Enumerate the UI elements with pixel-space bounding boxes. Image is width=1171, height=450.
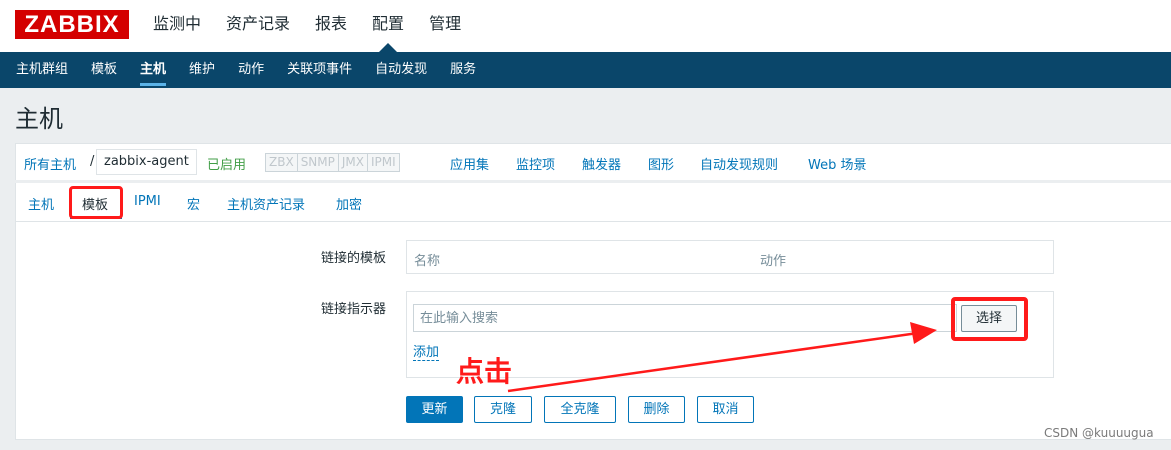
tab-macros[interactable]: 宏 <box>187 194 200 213</box>
full-clone-button[interactable]: 全克隆 <box>544 396 616 423</box>
host-tabs: 主机 模板 IPMI 宏 主机资产记录 加密 <box>15 183 1171 222</box>
linked-templates-table: 名称 动作 <box>406 240 1054 274</box>
page-title: 主机 <box>15 105 63 133</box>
tab-host-inventory[interactable]: 主机资产记录 <box>227 194 305 213</box>
subnav-discovery[interactable]: 自动发现 <box>367 52 435 88</box>
annotation-highlight-tab <box>69 186 123 219</box>
breadcrumb-host-name[interactable]: zabbix-agent <box>96 149 197 175</box>
column-action: 动作 <box>760 254 787 269</box>
add-link[interactable]: 添加 <box>413 346 440 361</box>
badge-zbx: ZBX <box>266 154 298 171</box>
tab-encryption[interactable]: 加密 <box>336 194 362 213</box>
subnav-host-groups[interactable]: 主机群组 <box>8 52 76 88</box>
subnav-event-correlation[interactable]: 关联项事件 <box>279 52 360 88</box>
badge-ipmi: IPMI <box>368 154 399 171</box>
availability-badges: ZBX SNMP JMX IPMI <box>265 153 400 172</box>
delete-button[interactable]: 删除 <box>628 396 685 423</box>
clone-button[interactable]: 克隆 <box>474 396 532 423</box>
link-items[interactable]: 监控项 <box>516 154 555 173</box>
badge-snmp: SNMP <box>297 154 339 171</box>
label-linked-templates: 链接的模板 <box>321 251 387 266</box>
annotation-click-text: 点击 <box>456 355 513 388</box>
column-name: 名称 <box>414 254 441 269</box>
link-web-scenarios[interactable]: Web 场景 <box>808 154 866 173</box>
badge-jmx: JMX <box>338 154 368 171</box>
menu-configuration[interactable]: 配置 <box>364 0 412 52</box>
menu-monitoring[interactable]: 监测中 <box>145 0 209 52</box>
subnav-hosts[interactable]: 主机 <box>132 52 174 88</box>
host-status-enabled[interactable]: 已启用 <box>207 154 246 173</box>
breadcrumb-all-hosts[interactable]: 所有主机 <box>24 154 76 173</box>
subnav-maintenance[interactable]: 维护 <box>181 52 223 88</box>
link-applications[interactable]: 应用集 <box>450 154 489 173</box>
label-link-indicator: 链接指示器 <box>321 302 387 317</box>
zabbix-logo[interactable]: ZABBIX <box>15 10 129 39</box>
subnav-actions[interactable]: 动作 <box>230 52 272 88</box>
link-graphs[interactable]: 图形 <box>648 154 674 173</box>
link-triggers[interactable]: 触发器 <box>582 154 621 173</box>
breadcrumb-separator: / <box>90 154 95 169</box>
annotation-highlight-select <box>951 297 1028 341</box>
update-button[interactable]: 更新 <box>406 396 463 423</box>
subnav-templates[interactable]: 模板 <box>83 52 125 88</box>
tab-ipmi[interactable]: IPMI <box>134 194 161 209</box>
menu-reports[interactable]: 报表 <box>307 0 355 52</box>
menu-inventory[interactable]: 资产记录 <box>218 0 298 52</box>
cancel-button[interactable]: 取消 <box>697 396 754 423</box>
subnav-services[interactable]: 服务 <box>442 52 484 88</box>
sub-navigation: 主机群组 模板 主机 维护 动作 关联项事件 自动发现 服务 <box>0 52 1171 88</box>
template-search-input[interactable] <box>413 304 957 332</box>
tab-host[interactable]: 主机 <box>28 194 54 213</box>
link-discovery-rules[interactable]: 自动发现规则 <box>700 154 778 173</box>
menu-administration[interactable]: 管理 <box>421 0 469 52</box>
host-breadcrumb-bar: 所有主机 / zabbix-agent 已启用 ZBX SNMP JMX IPM… <box>15 143 1171 180</box>
watermark: CSDN @kuuuugua <box>1044 426 1154 440</box>
top-header: ZABBIX 监测中 资产记录 报表 配置 管理 <box>0 0 1171 52</box>
main-menu: 监测中 资产记录 报表 配置 管理 <box>145 0 478 52</box>
